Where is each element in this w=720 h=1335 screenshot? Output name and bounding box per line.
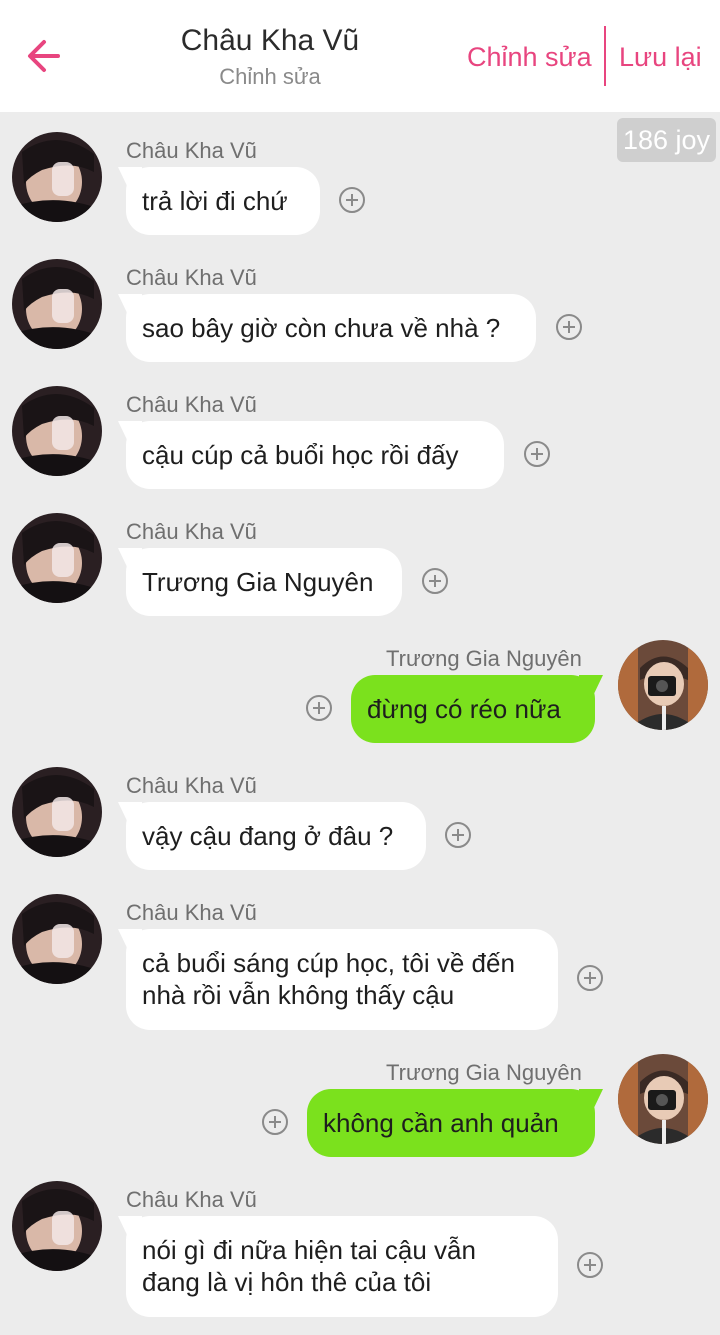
plus-circle-icon [524,441,550,467]
avatar[interactable] [12,1181,102,1271]
avatar-chau-kha-vu-icon [12,894,102,984]
avatar-chau-kha-vu-icon [12,386,102,476]
avatar[interactable] [618,1054,708,1144]
page-title: Châu Kha Vũ [180,24,360,57]
top-bar: Châu Kha Vũ Chỉnh sửa Chỉnh sửa Lưu lại [0,0,720,112]
avatar[interactable] [618,640,708,730]
arrow-left-icon [28,40,60,72]
message-bubble[interactable]: không cần anh quản [307,1089,595,1157]
message-bubble[interactable]: vậy cậu đang ở đâu ? [126,802,426,870]
save-button[interactable]: Lưu lại [619,40,702,74]
add-reaction-button[interactable] [338,186,366,214]
plus-circle-icon [556,314,582,340]
add-reaction-button[interactable] [421,567,449,595]
header-divider [604,26,606,86]
plus-circle-icon [306,695,332,721]
avatar-chau-kha-vu-icon [12,767,102,857]
sender-name: Châu Kha Vũ [126,138,257,163]
message-bubble[interactable]: cả buổi sáng cúp học, tôi về đến nhà rồi… [126,929,558,1030]
title-group: Châu Kha Vũ Chỉnh sửa [150,22,390,92]
sender-name: Châu Kha Vũ [126,773,257,798]
add-reaction-button[interactable] [444,821,472,849]
avatar-truong-gia-nguyen-icon [618,640,708,730]
add-reaction-button[interactable] [555,313,583,341]
message-line: trả lời đi chứ [142,186,288,216]
plus-circle-icon [262,1109,288,1135]
message-bubble[interactable]: đừng có réo nữa [351,675,595,743]
page-subtitle: Chỉnh sửa [219,64,321,89]
avatar-chau-kha-vu-icon [12,132,102,222]
sender-name: Châu Kha Vũ [126,900,257,925]
sender-name: Trương Gia Nguyên [386,1060,582,1085]
avatar-chau-kha-vu-icon [12,513,102,603]
add-reaction-button[interactable] [305,694,333,722]
plus-circle-icon [445,822,471,848]
avatar-chau-kha-vu-icon [12,1181,102,1271]
sender-name: Châu Kha Vũ [126,519,257,544]
plus-circle-icon [577,1252,603,1278]
add-reaction-button[interactable] [576,1251,604,1279]
avatar[interactable] [12,259,102,349]
message-line: đừng có réo nữa [367,694,561,724]
avatar[interactable] [12,513,102,603]
sender-name: Châu Kha Vũ [126,392,257,417]
sender-name: Châu Kha Vũ [126,265,257,290]
message-line: vậy cậu đang ở đâu ? [142,821,394,851]
plus-circle-icon [422,568,448,594]
avatar-truong-gia-nguyen-icon [618,1054,708,1144]
joy-badge: 186 joy [617,118,716,162]
message-line: nói gì đi nữa hiện tai cậu vẫn [142,1235,476,1265]
message-bubble[interactable]: Trương Gia Nguyên [126,548,402,616]
add-reaction-button[interactable] [576,964,604,992]
avatar[interactable] [12,767,102,857]
add-reaction-button[interactable] [523,440,551,468]
message-line: nhà rồi vẫn không thấy cậu [142,980,455,1010]
message-bubble[interactable]: cậu cúp cả buổi học rồi đấy [126,421,504,489]
message-bubble[interactable]: trả lời đi chứ [126,167,320,235]
message-line: cậu cúp cả buổi học rồi đấy [142,440,459,470]
back-button[interactable] [22,34,66,78]
avatar[interactable] [12,132,102,222]
message-line: cả buổi sáng cúp học, tôi về đến [142,948,515,978]
message-line: không cần anh quản [323,1108,559,1138]
message-line: sao bây giờ còn chưa về nhà ? [142,313,501,343]
message-line: Trương Gia Nguyên [142,567,374,597]
sender-name: Châu Kha Vũ [126,1187,257,1212]
message-bubble[interactable]: sao bây giờ còn chưa về nhà ? [126,294,536,362]
message-bubble[interactable]: nói gì đi nữa hiện tai cậu vẫn đang là v… [126,1216,558,1317]
add-reaction-button[interactable] [261,1108,289,1136]
message-line: đang là vị hôn thê của tôi [142,1267,432,1297]
plus-circle-icon [577,965,603,991]
sender-name: Trương Gia Nguyên [386,646,582,671]
plus-circle-icon [339,187,365,213]
avatar[interactable] [12,386,102,476]
avatar-chau-kha-vu-icon [12,259,102,349]
avatar[interactable] [12,894,102,984]
edit-button[interactable]: Chỉnh sửa [467,40,592,74]
